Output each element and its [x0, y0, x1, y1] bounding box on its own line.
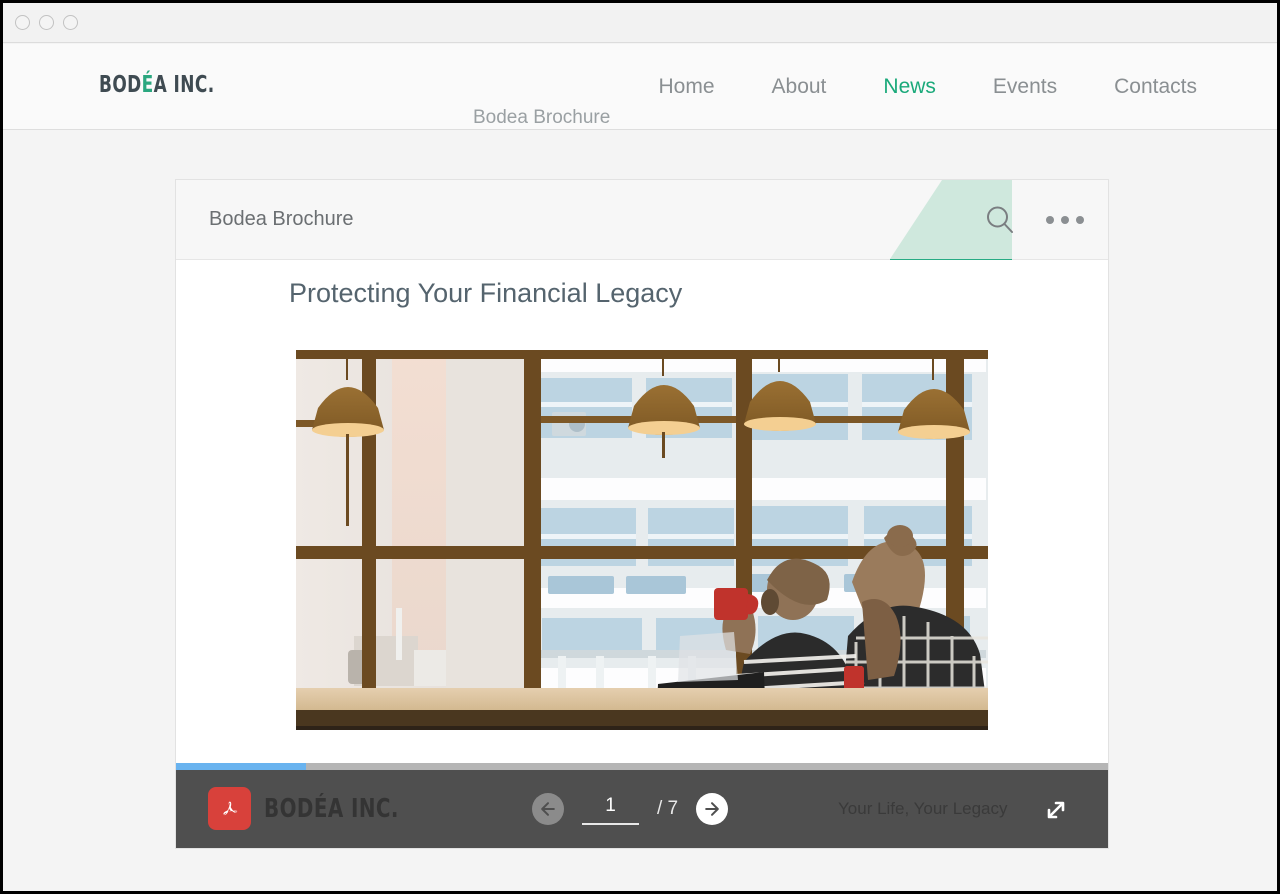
window-minimize-button[interactable] — [15, 15, 30, 30]
browser-chrome-bar — [3, 3, 1277, 43]
nav-item-about[interactable]: About — [772, 75, 827, 99]
site-logo-accent: É — [141, 72, 154, 98]
current-page-input[interactable]: 1 — [582, 795, 639, 825]
pdf-viewer-header: Bodea Brochure — [176, 180, 1108, 308]
main-navigation: Home About News Events Contacts — [658, 44, 1197, 130]
nav-item-home[interactable]: Home — [658, 75, 714, 99]
adobe-acrobat-icon — [208, 787, 251, 830]
toolbar-brand-label: BODÉA INC. — [264, 793, 399, 824]
page-title: Protecting Your Financial Legacy — [289, 278, 683, 308]
page-navigation: 1 / 7 — [532, 770, 729, 848]
toolbar-branding: BODÉA INC. — [208, 787, 423, 830]
window-controls — [15, 15, 78, 30]
total-pages-label: / 7 — [657, 798, 679, 819]
clipped-page-text: Bodea Brochure — [473, 107, 611, 127]
reading-progress-fill — [176, 763, 307, 770]
fullscreen-icon[interactable] — [1040, 794, 1072, 826]
nav-item-news[interactable]: News — [883, 75, 936, 99]
previous-page-button[interactable] — [532, 793, 564, 825]
window-maximize-button[interactable] — [39, 15, 54, 30]
page-photo — [296, 350, 988, 730]
pdf-document-title: Bodea Brochure — [209, 208, 354, 230]
reading-progress-bar[interactable] — [176, 763, 1108, 770]
site-logo-prefix: BOD — [99, 72, 142, 98]
pdf-toolbar: BODÉA INC. 1 / 7 Your Life, Your Legacy — [176, 770, 1108, 848]
window-close-button[interactable] — [63, 15, 78, 30]
nav-item-contacts[interactable]: Contacts — [1114, 75, 1197, 99]
site-logo-suffix: A INC. — [153, 72, 215, 98]
nav-item-events[interactable]: Events — [993, 75, 1057, 99]
site-logo[interactable]: BODÉA INC. — [99, 72, 215, 98]
pdf-viewer-card: Bodea Brochure Protecting Your Financial… — [175, 179, 1109, 849]
browser-window: BODÉA INC. Home About News Events Contac… — [0, 0, 1280, 894]
site-header: BODÉA INC. Home About News Events Contac… — [3, 44, 1277, 130]
more-options-icon[interactable] — [1046, 204, 1084, 236]
next-page-button[interactable] — [696, 793, 729, 825]
pdf-page-content: Protecting Your Financial Legacy — [176, 260, 1108, 772]
pdf-viewer-actions — [984, 204, 1084, 236]
search-icon[interactable] — [984, 204, 1016, 236]
document-tagline: Your Life, Your Legacy — [838, 799, 1008, 818]
